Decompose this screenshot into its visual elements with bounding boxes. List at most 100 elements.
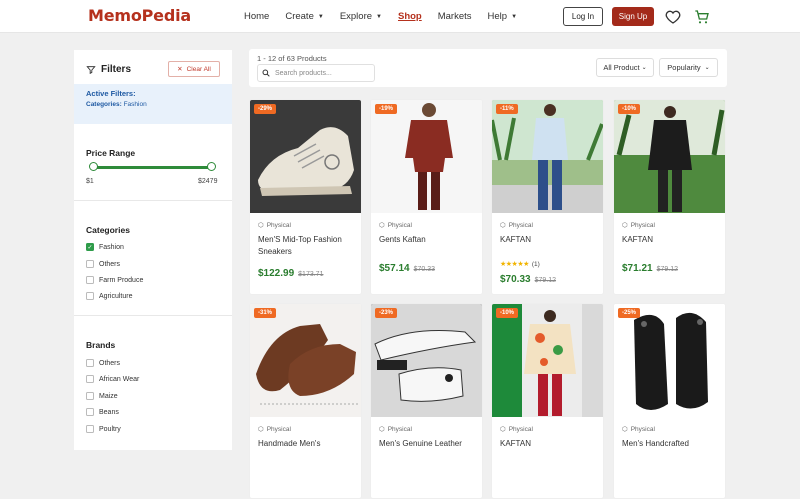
nav-shop[interactable]: Shop: [398, 11, 422, 22]
filter-icon: [86, 65, 96, 74]
product-type: ⬡ Physical: [500, 221, 533, 230]
product-type-label: Physical: [630, 425, 655, 433]
results-count: 1 - 12 of 63 Products: [257, 54, 327, 63]
nav-explore[interactable]: Explore ▼: [340, 11, 382, 22]
nav-label: Explore: [339, 11, 373, 22]
product-name[interactable]: KAFTAN: [622, 234, 722, 246]
discount-badge: -19%: [375, 104, 398, 114]
category-label: Others: [99, 260, 121, 268]
category-checkbox-farm-produce[interactable]: Farm Produce: [86, 276, 143, 284]
product-card[interactable]: -10% ⬡ Physical KAFTAN $71.21 $79.12: [613, 99, 726, 295]
category-label: Farm Produce: [99, 276, 144, 284]
product-type: ⬡ Physical: [379, 425, 412, 434]
product-type-label: Physical: [387, 425, 412, 433]
product-type: ⬡ Physical: [258, 425, 291, 434]
nav-label: Help: [487, 11, 508, 22]
active-filter-key: Categories:: [86, 101, 122, 108]
signup-button[interactable]: Sign Up: [612, 7, 654, 26]
main-nav: Home Create ▼ Explore ▼ Shop Markets Help ▼: [244, 0, 533, 33]
clear-all-button[interactable]: ✕ Clear All: [168, 61, 220, 77]
checkbox-icon: [86, 375, 94, 383]
price-current: $71.21: [622, 263, 653, 274]
category-dropdown[interactable]: All Product ⌄: [596, 58, 654, 77]
price-current: $70.33: [500, 274, 531, 285]
brand-checkbox-maize[interactable]: Maize: [86, 392, 118, 400]
category-checkbox-others[interactable]: Others: [86, 260, 120, 268]
chevron-down-icon: ▼: [376, 13, 382, 20]
product-name[interactable]: KAFTAN: [500, 234, 600, 246]
nav-home[interactable]: Home: [244, 11, 269, 22]
brands-title: Brands: [86, 340, 116, 350]
price-slider-track[interactable]: [94, 166, 212, 169]
nav-markets[interactable]: Markets: [438, 11, 472, 22]
product-card[interactable]: -23% ⬡ Physical Men's Genuine Leather: [370, 303, 483, 499]
login-button[interactable]: Log In: [563, 7, 603, 26]
product-card[interactable]: -29% ⬡ Physical Men'S Mid-Top Fashion Sne…: [249, 99, 362, 295]
price-old: $70.33: [413, 266, 436, 273]
black-sandal-photo[interactable]: -25%: [614, 304, 725, 417]
product-type: ⬡ Physical: [379, 221, 412, 230]
cube-icon: ⬡: [500, 426, 506, 433]
product-price: $71.21 $79.12: [622, 263, 678, 274]
product-card[interactable]: -25% ⬡ Physical Men's Handcrafted: [613, 303, 726, 499]
brown-shoe-photo[interactable]: -31%: [250, 304, 361, 417]
product-type: ⬡ Physical: [258, 221, 291, 230]
kaftan-blue-photo[interactable]: -11%: [492, 100, 603, 213]
checkbox-icon: [86, 408, 94, 416]
category-checkbox-agriculture[interactable]: Agriculture: [86, 292, 132, 300]
cube-icon: ⬡: [622, 222, 628, 229]
nav-label: Shop: [397, 11, 422, 22]
product-card[interactable]: -19% ⬡ Physical Gents Kaftan $57.14 $70.33: [370, 99, 483, 295]
heart-icon[interactable]: [665, 9, 681, 25]
cube-icon: ⬡: [379, 222, 385, 229]
chevron-down-icon: ▼: [511, 13, 518, 20]
checkbox-icon: [86, 359, 94, 367]
discount-badge: -25%: [618, 308, 641, 318]
product-name[interactable]: KAFTAN: [500, 438, 600, 450]
product-card[interactable]: -31% ⬡ Physical Handmade Men's: [249, 303, 362, 499]
sort-dropdown[interactable]: Popularity ⌄: [659, 58, 718, 77]
nav-create[interactable]: Create ▼: [285, 11, 323, 22]
floral-shirt-photo[interactable]: -10%: [492, 304, 603, 417]
price-current: $122.99: [258, 268, 295, 279]
brand-label: Poultry: [99, 425, 121, 433]
product-name[interactable]: Men'S Mid-Top Fashion Sneakers: [258, 234, 358, 258]
categories-title: Categories: [86, 225, 130, 235]
search-input[interactable]: Search products...: [257, 64, 375, 82]
category-label: Agriculture: [99, 292, 133, 300]
price-slider-min-handle[interactable]: [89, 162, 98, 171]
sneaker-photo[interactable]: -29%: [250, 100, 361, 213]
category-dropdown-value: All Product: [603, 63, 640, 72]
nav-help[interactable]: Help ▼: [488, 11, 518, 22]
category-checkbox-fashion[interactable]: ✓ Fashion: [86, 243, 124, 251]
brand-checkbox-poultry[interactable]: Poultry: [86, 425, 121, 433]
product-name[interactable]: Gents Kaftan: [379, 234, 479, 246]
active-filter-chip[interactable]: Categories: Fashion: [86, 101, 147, 108]
logo[interactable]: MemoPedia: [88, 6, 191, 25]
product-price: $57.14 $70.33: [379, 263, 435, 274]
kaftan-black-photo[interactable]: -10%: [614, 100, 725, 213]
product-card[interactable]: -11% ⬡ Physical KAFTAN ★★★★★ (1) $70.33 $79…: [491, 99, 604, 295]
white-sandal-photo[interactable]: -23%: [371, 304, 482, 417]
price-old: $173.71: [298, 271, 324, 278]
product-name[interactable]: Men's Handcrafted: [622, 438, 722, 450]
cart-icon[interactable]: [694, 9, 710, 25]
brand-checkbox-others[interactable]: Others: [86, 359, 120, 367]
price-slider-max-handle[interactable]: [207, 162, 216, 171]
filters-title: Filters: [101, 64, 132, 75]
brand-label: Others: [99, 359, 121, 367]
product-type-label: Physical: [508, 221, 533, 229]
brand-label: African Wear: [99, 375, 140, 383]
kaftan-red-photo[interactable]: -19%: [371, 100, 482, 213]
discount-badge: -29%: [254, 104, 277, 114]
product-name[interactable]: Handmade Men's: [258, 438, 358, 450]
product-name[interactable]: Men's Genuine Leather: [379, 438, 479, 450]
top-header: MemoPedia Home Create ▼ Explore ▼ Shop Mar…: [0, 0, 800, 33]
search-placeholder: Search products...: [275, 69, 332, 77]
product-card[interactable]: -10% ⬡ Physical KAFTAN: [491, 303, 604, 499]
discount-badge: -10%: [496, 308, 519, 318]
brand-checkbox-beans[interactable]: Beans: [86, 408, 119, 416]
brand-checkbox-african-wear[interactable]: African Wear: [86, 375, 139, 383]
chevron-down-icon: ▼: [317, 13, 324, 20]
price-max: $2479: [198, 178, 218, 185]
